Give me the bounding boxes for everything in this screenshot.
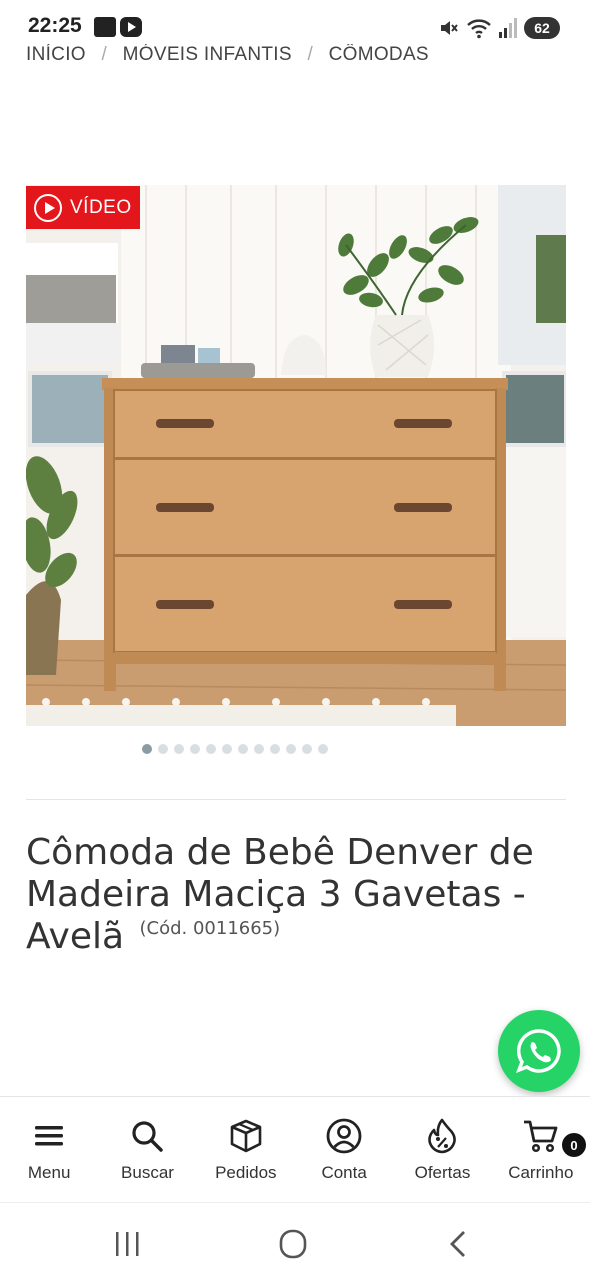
carousel-dot[interactable] <box>270 744 280 754</box>
cart-icon <box>523 1120 558 1153</box>
nav-label: Buscar <box>121 1163 174 1182</box>
carousel-dot[interactable] <box>174 744 184 754</box>
nav-pedidos[interactable]: Pedidos <box>197 1097 295 1202</box>
nav-ofertas[interactable]: Ofertas <box>393 1097 491 1202</box>
account-icon <box>326 1118 362 1154</box>
breadcrumb-separator: / <box>307 44 314 65</box>
bottom-navigation: Menu Buscar Pedidos Conta Ofertas Carrin… <box>0 1096 590 1202</box>
carousel-dot[interactable] <box>286 744 296 754</box>
system-navigation-bar <box>0 1202 590 1280</box>
box-icon <box>230 1119 262 1153</box>
nav-label: Menu <box>27 1163 71 1182</box>
carousel-dot[interactable] <box>318 744 328 754</box>
carousel-dots <box>0 744 590 758</box>
breadcrumb-separator: / <box>101 44 108 65</box>
back-icon[interactable] <box>438 1227 478 1261</box>
search-icon <box>132 1121 164 1152</box>
product-code: (Cód. 0011665) <box>139 918 281 939</box>
cart-count-badge: 0 <box>561 1133 586 1157</box>
product-image[interactable] <box>26 185 566 726</box>
nav-conta[interactable]: Conta <box>295 1097 393 1202</box>
nav-label: Ofertas <box>414 1163 471 1182</box>
nav-label: Pedidos <box>215 1163 277 1182</box>
carousel-dot[interactable] <box>302 744 312 754</box>
breadcrumb: INÍCIO / MÓVEIS INFANTIS / CÔMODAS <box>26 44 429 68</box>
nav-label: Conta <box>321 1163 367 1182</box>
dresser-photo <box>26 185 566 726</box>
recent-apps-icon[interactable] <box>108 1227 148 1261</box>
carousel-dot[interactable] <box>142 744 152 754</box>
video-label: VÍDEO <box>70 196 132 218</box>
status-indicators: 62 <box>438 15 560 41</box>
nav-buscar[interactable]: Buscar <box>98 1097 196 1202</box>
offers-icon <box>428 1118 457 1154</box>
video-button[interactable]: VÍDEO <box>26 186 140 229</box>
youtube-icon <box>120 17 142 37</box>
nav-carrinho[interactable]: Carrinho 0 <box>492 1097 590 1202</box>
battery-indicator: 62 <box>524 17 560 39</box>
whatsapp-button[interactable] <box>498 1010 580 1092</box>
status-time: 22:25 <box>28 14 82 37</box>
play-icon <box>34 193 62 222</box>
divider <box>26 799 566 800</box>
notification-app-icon <box>94 17 116 37</box>
nav-label: Carrinho <box>508 1163 574 1182</box>
carousel-dot[interactable] <box>238 744 248 754</box>
home-icon[interactable] <box>273 1227 313 1261</box>
carousel-dot[interactable] <box>254 744 264 754</box>
menu-icon <box>35 1126 64 1146</box>
carousel-dot[interactable] <box>222 744 232 754</box>
carousel-dot[interactable] <box>158 744 168 754</box>
nav-menu[interactable]: Menu <box>0 1097 98 1202</box>
breadcrumb-item-moveis-infantis[interactable]: MÓVEIS INFANTIS <box>123 44 292 66</box>
product-title: Cômoda de Bebê Denver de Madeira Maciça … <box>26 832 566 958</box>
breadcrumb-item-home[interactable]: INÍCIO <box>26 44 86 66</box>
carousel-dot[interactable] <box>190 744 200 754</box>
whatsapp-icon <box>516 1029 561 1073</box>
wifi-icon <box>467 19 491 39</box>
carousel-dot[interactable] <box>206 744 216 754</box>
breadcrumb-item-comodas[interactable]: CÔMODAS <box>329 44 429 66</box>
signal-icon <box>499 18 517 38</box>
mute-icon <box>441 21 458 35</box>
